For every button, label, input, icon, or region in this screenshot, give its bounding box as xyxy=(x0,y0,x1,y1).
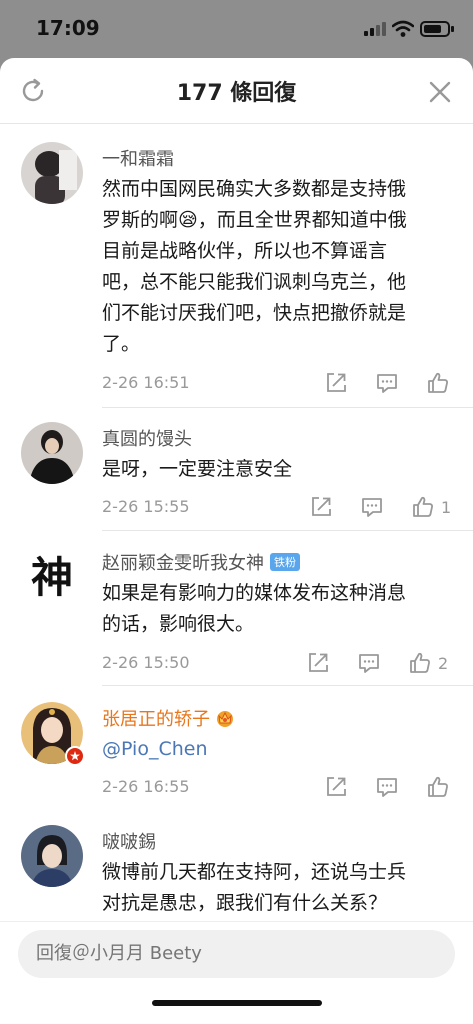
close-icon[interactable] xyxy=(426,78,454,106)
comment-meta: 2-26 16:55 xyxy=(102,774,452,800)
like-button[interactable] xyxy=(426,774,456,800)
mention-link[interactable]: @Pio_Chen xyxy=(102,734,450,765)
wifi-icon xyxy=(392,20,414,37)
sheet-title: 177 條回復 xyxy=(176,81,297,106)
thumbs-up-icon xyxy=(428,372,448,393)
battery-icon xyxy=(420,21,454,37)
avatar[interactable] xyxy=(21,422,83,484)
comment-timestamp: 2-26 16:51 xyxy=(102,373,190,392)
comment-text: 如果是有影响力的媒体发布这种消息 的话，影响很大。 xyxy=(102,582,407,635)
sheet-header: 177 條回復 xyxy=(0,58,473,124)
comment-divider xyxy=(102,685,473,686)
comment-item: 真圆的馒头 是呀，一定要注意安全 2-26 15:55 1 xyxy=(0,422,473,522)
comment-item: 一和霜霜 然而中国网民确实大多数都是支持俄 罗斯的啊😪，而且全世界都知道中俄 目… xyxy=(0,142,473,400)
avatar[interactable]: 神 xyxy=(21,546,83,608)
comment-divider xyxy=(102,530,473,531)
comment-meta: 2-26 15:55 1 xyxy=(102,494,452,520)
avatar[interactable] xyxy=(21,825,83,887)
share-icon[interactable] xyxy=(324,370,348,396)
like-button[interactable]: 2 xyxy=(408,650,448,676)
comment-username[interactable]: 赵丽颖金雯昕我女神 铁粉 xyxy=(102,549,300,575)
comment-meta: 2-26 16:51 xyxy=(102,370,452,396)
comment-timestamp: 2-26 15:50 xyxy=(102,653,190,672)
comment-meta: 2-26 15:50 2 xyxy=(102,650,452,676)
comment-icon[interactable] xyxy=(375,370,399,396)
like-button[interactable] xyxy=(426,370,456,396)
comment-text: 微博前几天都在支持阿，还说乌士兵 对抗是愚忠，跟我们有什么关系？ xyxy=(102,861,407,914)
thumbs-up-icon xyxy=(413,496,433,517)
avatar[interactable] xyxy=(21,142,83,204)
like-count: 2 xyxy=(438,653,449,673)
share-icon[interactable] xyxy=(324,774,348,800)
comment-item: 神 赵丽颖金雯昕我女神 铁粉 如果是有影响力的媒体发布这种消息 的话，影响很大。 … xyxy=(0,546,473,673)
status-bar: 17:09 xyxy=(0,0,473,58)
comment-sheet: 177 條回復 一和霜霜 然而中国网民确实大多数都是支持俄 罗斯的啊😪，而且全世… xyxy=(0,58,473,1024)
home-indicator xyxy=(152,1000,322,1006)
signal-icon xyxy=(364,22,388,36)
thumbs-up-icon xyxy=(428,776,448,797)
flag-badge-icon xyxy=(65,746,85,766)
reply-input[interactable] xyxy=(18,930,455,978)
like-button[interactable]: 1 xyxy=(411,494,451,520)
comment-divider xyxy=(102,407,473,408)
reply-bar xyxy=(0,921,473,1024)
status-time: 17:09 xyxy=(36,16,100,40)
comment-timestamp: 2-26 16:55 xyxy=(102,777,190,796)
avatar[interactable] xyxy=(21,702,85,766)
comment-icon[interactable] xyxy=(357,650,381,676)
share-icon[interactable] xyxy=(306,650,330,676)
comment-username[interactable]: 一和霜霜 xyxy=(102,145,174,171)
comment-text: @Pio_Chen xyxy=(102,734,450,765)
comment-item: 张居正的轿子 @Pio_Chen 2-26 16:55 xyxy=(0,702,473,802)
comment-username[interactable]: 张居正的轿子 xyxy=(102,705,236,731)
comment-timestamp: 2-26 15:55 xyxy=(102,497,190,516)
comment-icon[interactable] xyxy=(375,774,399,800)
comment-text: 是呀，一定要注意安全 xyxy=(102,458,293,480)
comment-username[interactable]: 真圆的馒头 xyxy=(102,425,192,451)
comment-text: 然而中国网民确实大多数都是支持俄 罗斯的啊😪，而且全世界都知道中俄 目前是战略伙… xyxy=(102,178,407,355)
comment-username[interactable]: 啵啵錫 xyxy=(102,828,156,854)
like-count: 1 xyxy=(441,497,452,517)
username-text: 张居正的轿子 xyxy=(102,709,210,730)
share-icon[interactable] xyxy=(309,494,333,520)
thumbs-up-icon xyxy=(410,652,430,673)
username-text: 赵丽颖金雯昕我女神 xyxy=(102,553,264,574)
avatar-calligraphy: 神 xyxy=(31,553,73,602)
fan-badge: 铁粉 xyxy=(270,553,300,571)
crown-icon xyxy=(217,711,233,727)
comment-item: 啵啵錫 微博前几天都在支持阿，还说乌士兵 对抗是愚忠，跟我们有什么关系？ xyxy=(0,825,473,921)
comment-icon[interactable] xyxy=(360,494,384,520)
